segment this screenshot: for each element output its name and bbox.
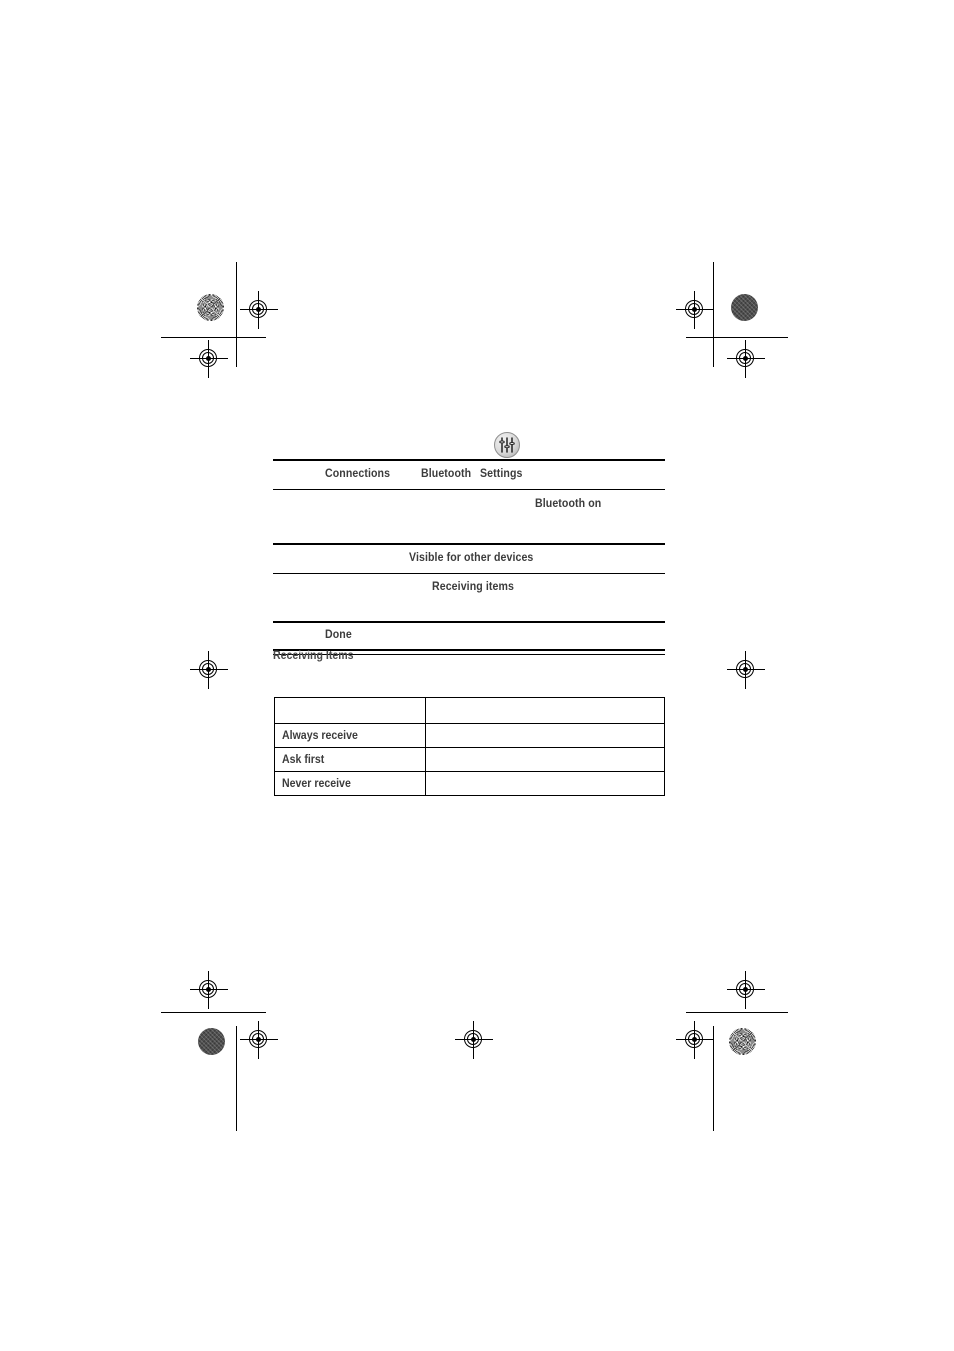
trim-line-bottom-left-vertical xyxy=(236,1026,238,1131)
registration-mark-bottom-left xyxy=(240,1021,278,1059)
registration-mark-right-lower xyxy=(727,971,765,1009)
registration-mark-left-middle xyxy=(190,651,228,689)
nav-cell-receiving-items[interactable]: Receiving items xyxy=(432,581,514,593)
manual-page: Connections Bluetooth Settings Bluetooth… xyxy=(0,0,954,1351)
option-description-ask-first xyxy=(425,747,665,772)
trim-line-top-left-horizontal xyxy=(161,337,266,339)
nav-row-done: Done xyxy=(273,623,665,649)
sliders-settings-icon xyxy=(494,432,520,458)
density-patch-top-right xyxy=(731,294,758,321)
density-patch-top-left xyxy=(197,294,224,321)
nav-cell-connections[interactable]: Connections xyxy=(325,468,390,480)
trim-line-top-right-horizontal xyxy=(686,337,788,339)
registration-mark-left-upper xyxy=(190,340,228,378)
nav-cell-bluetooth[interactable]: Bluetooth xyxy=(421,468,471,480)
option-label-ask-first: Ask first xyxy=(274,747,426,772)
trim-line-bottom-left-horizontal xyxy=(161,1012,266,1014)
trim-line-bottom-right-vertical xyxy=(713,1026,715,1131)
nav-row-receiving-items: Receiving items xyxy=(273,574,665,621)
registration-mark-left-lower xyxy=(190,971,228,1009)
registration-mark-right-middle xyxy=(727,651,765,689)
trim-line-top-left-vertical xyxy=(236,262,238,367)
table-row: Never receive xyxy=(274,771,665,796)
option-description-always-receive xyxy=(425,723,665,748)
table-row: Ask first xyxy=(274,747,665,772)
table-header-cell-option xyxy=(274,697,426,724)
density-patch-bottom-right xyxy=(729,1028,756,1055)
trim-line-bottom-right-horizontal xyxy=(686,1012,788,1014)
receiving-items-options-table: Always receive Ask first Never receive xyxy=(274,697,665,796)
nav-row-menu-path: Connections Bluetooth Settings xyxy=(273,461,665,489)
table-row: Always receive xyxy=(274,723,665,748)
bluetooth-navigation-table: Connections Bluetooth Settings Bluetooth… xyxy=(273,459,665,655)
registration-mark-top-left xyxy=(240,291,278,329)
option-label-never-receive: Never receive xyxy=(274,771,426,796)
nav-row-visible-devices: Visible for other devices xyxy=(273,545,665,573)
nav-row-bluetooth-on: Bluetooth on xyxy=(273,490,665,543)
table-header-row xyxy=(274,697,665,724)
nav-cell-visible-for-other-devices[interactable]: Visible for other devices xyxy=(409,552,533,564)
nav-cell-bluetooth-on[interactable]: Bluetooth on xyxy=(535,498,601,510)
option-description-never-receive xyxy=(425,771,665,796)
nav-cell-settings[interactable]: Settings xyxy=(480,468,522,480)
nav-cell-done[interactable]: Done xyxy=(325,629,352,641)
registration-mark-bottom-center xyxy=(455,1021,493,1059)
registration-mark-top-right xyxy=(676,291,714,329)
section-heading-receiving-items: Receiving Items xyxy=(273,650,354,662)
table-header-cell-description xyxy=(425,697,665,724)
option-label-always-receive: Always receive xyxy=(274,723,426,748)
registration-mark-right-upper xyxy=(727,340,765,378)
density-patch-bottom-left xyxy=(198,1028,225,1055)
trim-line-top-right-vertical xyxy=(713,262,715,367)
registration-mark-bottom-right xyxy=(676,1021,714,1059)
